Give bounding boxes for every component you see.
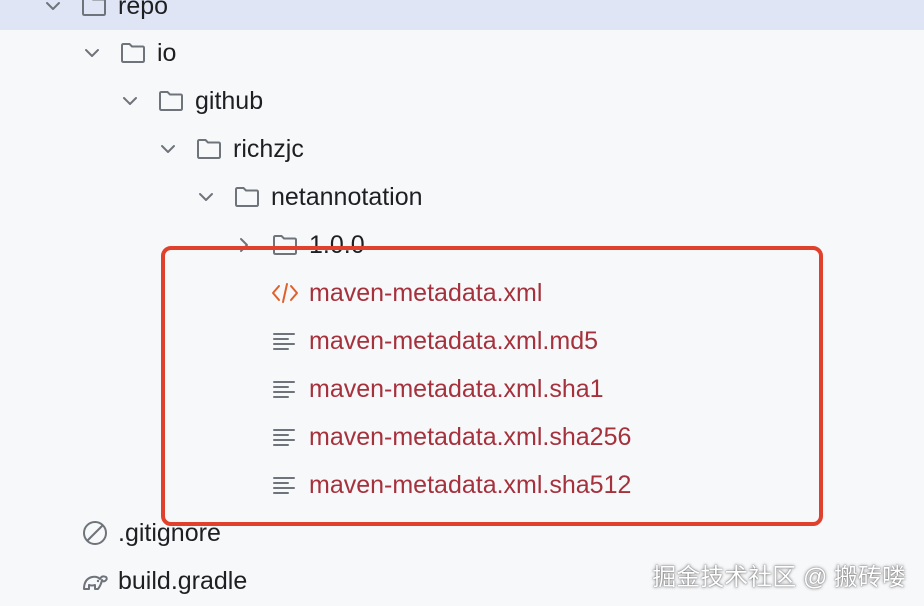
- chevron-right-icon[interactable]: [233, 234, 255, 256]
- tree-item-richzjc[interactable]: richzjc: [0, 125, 924, 173]
- folder-icon: [159, 91, 183, 111]
- folder-icon: [235, 187, 259, 207]
- tree-item-maven-metadata-md5[interactable]: maven-metadata.xml.md5: [0, 317, 924, 365]
- ignore-file-icon: [83, 521, 107, 545]
- tree-item-label: build.gradle: [118, 567, 248, 595]
- tree-item-maven-metadata-sha512[interactable]: maven-metadata.xml.sha512: [0, 461, 924, 509]
- text-file-icon: [273, 381, 295, 398]
- tree-item-label: netannotation: [271, 183, 423, 211]
- chevron-down-icon[interactable]: [157, 138, 179, 160]
- tree-item-maven-metadata-sha1[interactable]: maven-metadata.xml.sha1: [0, 365, 924, 413]
- chevron-down-icon[interactable]: [119, 90, 141, 112]
- tree-item-maven-metadata-xml[interactable]: maven-metadata.xml: [0, 269, 924, 317]
- tree-item-version[interactable]: 1.0.0: [0, 221, 924, 269]
- watermark: 掘金技术社区 @ 搬砖喽: [652, 564, 906, 591]
- project-tree: repo io github richzjc netannotation 1.0…: [0, 0, 924, 606]
- tree-item-github[interactable]: github: [0, 77, 924, 125]
- chevron-down-icon[interactable]: [81, 42, 103, 64]
- folder-icon: [197, 139, 221, 159]
- tree-item-label: io: [157, 39, 177, 67]
- tree-item-maven-metadata-sha256[interactable]: maven-metadata.xml.sha256: [0, 413, 924, 461]
- tree-item-gitignore[interactable]: .gitignore: [0, 509, 924, 557]
- tree-item-label: richzjc: [233, 135, 304, 163]
- text-file-icon: [273, 429, 295, 446]
- tree-item-label: maven-metadata.xml.md5: [309, 327, 599, 355]
- tree-item-io[interactable]: io: [0, 29, 924, 77]
- tree-item-repo[interactable]: repo: [0, 0, 924, 30]
- tree-item-label: maven-metadata.xml.sha512: [309, 471, 632, 499]
- tree-item-label: maven-metadata.xml: [309, 279, 543, 307]
- tree-item-label: maven-metadata.xml.sha1: [309, 375, 604, 403]
- text-file-icon: [273, 477, 295, 494]
- tree-item-label: repo: [118, 0, 169, 20]
- tree-item-netannotation[interactable]: netannotation: [0, 173, 924, 221]
- gradle-elephant-icon: [83, 575, 108, 590]
- folder-icon: [273, 235, 297, 255]
- folder-icon: [82, 0, 106, 16]
- tree-item-label: .gitignore: [118, 519, 221, 547]
- chevron-down-icon[interactable]: [195, 186, 217, 208]
- tree-item-label: maven-metadata.xml.sha256: [309, 423, 632, 451]
- xml-file-icon: [272, 283, 298, 303]
- folder-icon: [121, 43, 145, 63]
- text-file-icon: [273, 333, 295, 350]
- chevron-down-icon[interactable]: [42, 0, 64, 17]
- tree-item-label: 1.0.0: [309, 231, 365, 259]
- tree-item-label: github: [195, 87, 264, 115]
